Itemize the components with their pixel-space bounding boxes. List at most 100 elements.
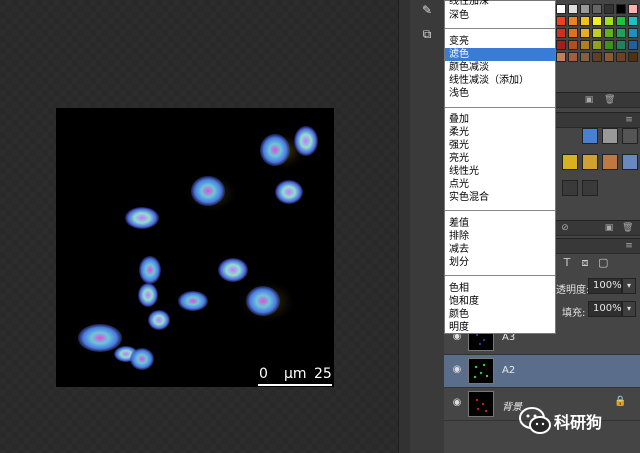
blend-mode-item[interactable]: 明度 bbox=[445, 321, 555, 334]
blend-mode-item[interactable]: 减去 bbox=[445, 243, 555, 256]
styles-panel-header: ≡ bbox=[556, 112, 640, 128]
blend-mode-item[interactable]: 差值 bbox=[445, 217, 555, 230]
color-swatch[interactable] bbox=[556, 52, 566, 62]
blend-mode-item[interactable]: 颜色减淡 bbox=[445, 61, 555, 74]
new-swatch-icon[interactable]: ▣ bbox=[584, 95, 594, 105]
color-swatch[interactable] bbox=[556, 40, 566, 50]
panel-menu-icon[interactable]: ≡ bbox=[624, 241, 634, 251]
smart-object-filter-icon[interactable]: ▢ bbox=[598, 257, 608, 268]
color-swatch[interactable] bbox=[616, 16, 626, 26]
layers-panel-header: ≡ bbox=[556, 238, 640, 254]
color-swatch[interactable] bbox=[628, 40, 638, 50]
blend-mode-item[interactable]: 点光 bbox=[445, 178, 555, 191]
style-swatch[interactable] bbox=[562, 180, 578, 196]
delete-icon[interactable]: 🗑 bbox=[604, 95, 615, 105]
blend-mode-item[interactable]: 亮光 bbox=[445, 152, 555, 165]
scale-bar: 0 μm 25 bbox=[256, 366, 334, 388]
swatches-panel bbox=[556, 0, 640, 64]
style-swatch[interactable] bbox=[582, 128, 598, 144]
blend-mode-item[interactable]: 饱和度 bbox=[445, 295, 555, 308]
color-swatch[interactable] bbox=[580, 40, 590, 50]
opacity-dropdown-icon[interactable]: ▾ bbox=[622, 278, 636, 294]
eye-icon[interactable]: ◉ bbox=[450, 397, 464, 409]
color-swatch[interactable] bbox=[628, 28, 638, 38]
color-swatch[interactable] bbox=[568, 4, 578, 14]
style-swatch[interactable] bbox=[622, 154, 638, 170]
color-swatch[interactable] bbox=[568, 52, 578, 62]
color-swatch[interactable] bbox=[628, 52, 638, 62]
styles-panel-footer: ⊘ ▣ 🗑 bbox=[556, 220, 640, 236]
style-swatch[interactable] bbox=[562, 154, 578, 170]
color-swatch[interactable] bbox=[580, 16, 590, 26]
layer-thumbnail bbox=[468, 391, 494, 417]
color-swatch[interactable] bbox=[604, 40, 614, 50]
type-filter-icon[interactable]: T bbox=[562, 257, 572, 268]
canvas-area[interactable]: 0 μm 25 bbox=[0, 0, 398, 453]
color-swatch[interactable] bbox=[628, 4, 638, 14]
brush-presets-icon[interactable]: ✎ bbox=[416, 0, 438, 20]
new-style-icon[interactable]: ▣ bbox=[604, 223, 614, 233]
color-swatch[interactable] bbox=[580, 28, 590, 38]
blend-mode-item[interactable]: 变亮 bbox=[445, 35, 555, 48]
fill-input[interactable]: 100% bbox=[588, 301, 622, 317]
color-swatch[interactable] bbox=[616, 28, 626, 38]
color-swatch[interactable] bbox=[604, 52, 614, 62]
layer-row-selected[interactable]: ◉ A2 bbox=[444, 355, 640, 388]
shape-filter-icon[interactable]: ⧈ bbox=[580, 257, 590, 268]
blend-mode-menu[interactable]: 线性加深 深色变亮 滤色 颜色减淡 线性减淡（添加） 浅色叠加 柔光 强光 亮光 线性光 点光 实色混… bbox=[444, 0, 556, 334]
blend-mode-item[interactable]: 排除 bbox=[445, 230, 555, 243]
wechat-icon bbox=[519, 407, 551, 434]
blend-mode-item[interactable]: 叠加 bbox=[445, 113, 555, 126]
color-swatch[interactable] bbox=[592, 4, 602, 14]
blend-mode-item[interactable]: 柔光 bbox=[445, 126, 555, 139]
color-swatch[interactable] bbox=[556, 16, 566, 26]
color-swatch[interactable] bbox=[556, 4, 566, 14]
style-swatch[interactable] bbox=[602, 154, 618, 170]
style-swatch[interactable] bbox=[622, 128, 638, 144]
fill-dropdown-icon[interactable]: ▾ bbox=[622, 301, 636, 317]
color-swatch[interactable] bbox=[628, 16, 638, 26]
color-swatch[interactable] bbox=[604, 4, 614, 14]
panel-menu-icon[interactable]: ≡ bbox=[624, 115, 634, 125]
style-swatch[interactable] bbox=[582, 180, 598, 196]
color-swatch[interactable] bbox=[616, 40, 626, 50]
delete-icon[interactable]: 🗑 bbox=[622, 223, 633, 233]
color-swatch[interactable] bbox=[568, 40, 578, 50]
color-swatch[interactable] bbox=[580, 52, 590, 62]
blend-mode-item[interactable]: 划分 bbox=[445, 256, 555, 269]
blend-mode-item[interactable]: 色相 bbox=[445, 282, 555, 295]
no-style-icon[interactable]: ⊘ bbox=[560, 223, 570, 233]
color-swatch[interactable] bbox=[568, 28, 578, 38]
document-image[interactable] bbox=[56, 108, 334, 387]
layer-thumbnail bbox=[468, 358, 494, 384]
blend-mode-item[interactable]: 实色混合 bbox=[445, 191, 555, 204]
blend-mode-item[interactable]: 线性加深 bbox=[445, 0, 555, 8]
color-swatch[interactable] bbox=[604, 28, 614, 38]
fill-label: 填充: bbox=[562, 308, 586, 319]
color-swatch[interactable] bbox=[568, 16, 578, 26]
color-swatch[interactable] bbox=[556, 28, 566, 38]
color-swatch[interactable] bbox=[592, 40, 602, 50]
color-swatch[interactable] bbox=[616, 4, 626, 14]
color-swatch[interactable] bbox=[616, 52, 626, 62]
blend-mode-item[interactable]: 深色 bbox=[445, 9, 555, 22]
blend-mode-item[interactable]: 强光 bbox=[445, 139, 555, 152]
panel-icon-column: ✎ ⧉ bbox=[410, 0, 445, 453]
blend-mode-item[interactable]: 浅色 bbox=[445, 87, 555, 100]
watermark: 科研狗 bbox=[518, 405, 640, 441]
color-swatch[interactable] bbox=[592, 28, 602, 38]
eye-icon[interactable]: ◉ bbox=[450, 364, 464, 376]
menu-separator bbox=[445, 210, 555, 211]
blend-mode-item[interactable]: 线性光 bbox=[445, 165, 555, 178]
blend-mode-item[interactable]: 颜色 bbox=[445, 308, 555, 321]
style-swatch[interactable] bbox=[582, 154, 598, 170]
style-swatch[interactable] bbox=[602, 128, 618, 144]
opacity-input[interactable]: 100% bbox=[588, 278, 622, 294]
clone-source-icon[interactable]: ⧉ bbox=[416, 24, 438, 44]
color-swatch[interactable] bbox=[592, 16, 602, 26]
blend-mode-item[interactable]: 线性减淡（添加） bbox=[445, 74, 555, 87]
color-swatch[interactable] bbox=[604, 16, 614, 26]
color-swatch[interactable] bbox=[592, 52, 602, 62]
color-swatch[interactable] bbox=[580, 4, 590, 14]
blend-mode-item[interactable]: 滤色 bbox=[445, 48, 555, 61]
